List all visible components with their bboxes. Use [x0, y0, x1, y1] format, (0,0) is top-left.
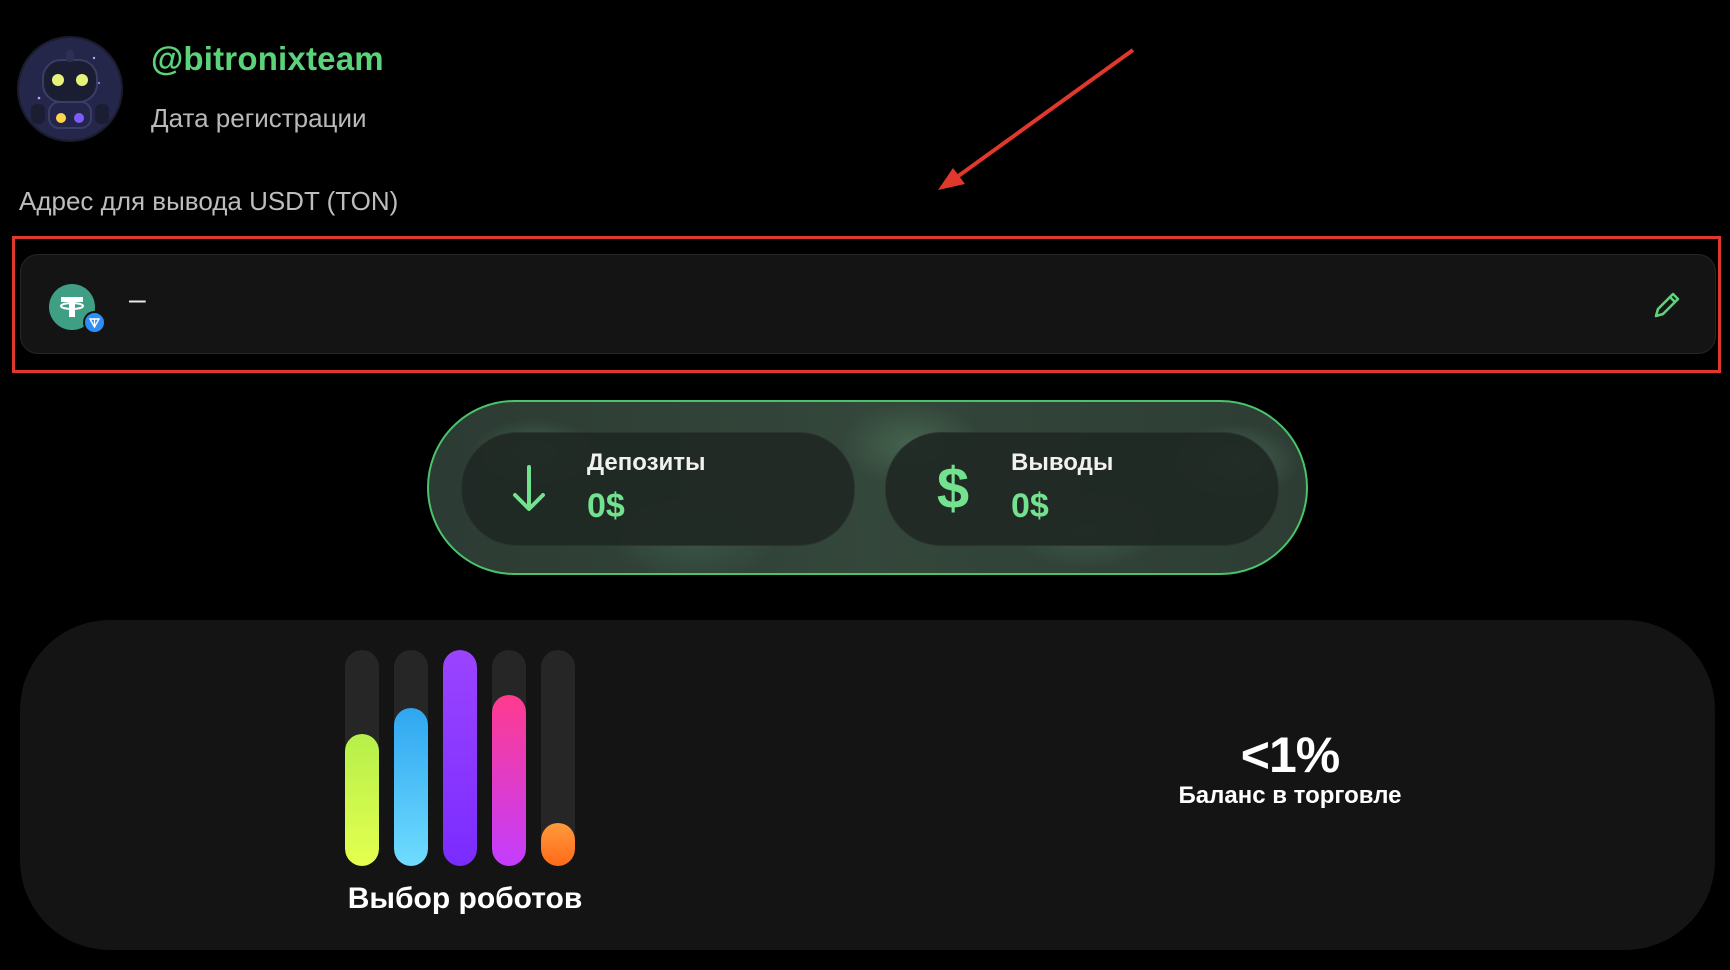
balance-in-trade-value: <1%: [1240, 727, 1340, 783]
withdrawals-title: Выводы: [1011, 449, 1114, 476]
robot-bar-track: [492, 650, 526, 866]
deposits-value: 0$: [587, 487, 625, 525]
robot-bar-track: [345, 650, 379, 866]
robot-bar-track: [443, 650, 477, 866]
trading-panel: Выбор роботов <1% Баланс в торговле: [20, 620, 1715, 950]
withdrawals-value: 0$: [1011, 487, 1049, 525]
withdraw-address-field[interactable]: –: [20, 254, 1716, 354]
robots-label[interactable]: Выбор роботов: [325, 882, 605, 916]
robot-bar-track: [541, 650, 575, 866]
balance-in-trade-label: Баланс в торговле: [1178, 782, 1402, 809]
robot-bar-fill: [492, 695, 526, 866]
avatar[interactable]: [19, 38, 121, 140]
dollar-icon: $: [936, 456, 970, 521]
pencil-icon: [1654, 292, 1680, 318]
robot-avatar-icon: [19, 38, 121, 140]
ton-icon: [83, 311, 106, 334]
robot-bar-fill: [394, 708, 428, 866]
deposits-card[interactable]: Депозиты 0$: [461, 432, 855, 546]
robot-bar-fill: [541, 822, 575, 866]
stats-panel: Депозиты 0$ $ Выводы 0$: [427, 400, 1308, 575]
arrow-down-icon: [504, 459, 554, 519]
withdrawals-card[interactable]: $ Выводы 0$: [885, 432, 1279, 546]
robot-bar-fill: [443, 650, 477, 866]
profile-page: @bitronixteam Дата регистрации Адрес для…: [0, 0, 1730, 970]
deposits-title: Депозиты: [587, 449, 706, 476]
robots-bars[interactable]: [345, 650, 585, 866]
registration-date-label: Дата регистрации: [151, 103, 367, 133]
withdraw-address-value: –: [129, 283, 146, 316]
robot-bar-fill: [345, 734, 379, 866]
robot-bar-track: [394, 650, 428, 866]
username: @bitronixteam: [151, 40, 384, 77]
withdraw-address-label: Адрес для вывода USDT (TON): [19, 186, 399, 216]
edit-address-button[interactable]: [1649, 287, 1685, 323]
